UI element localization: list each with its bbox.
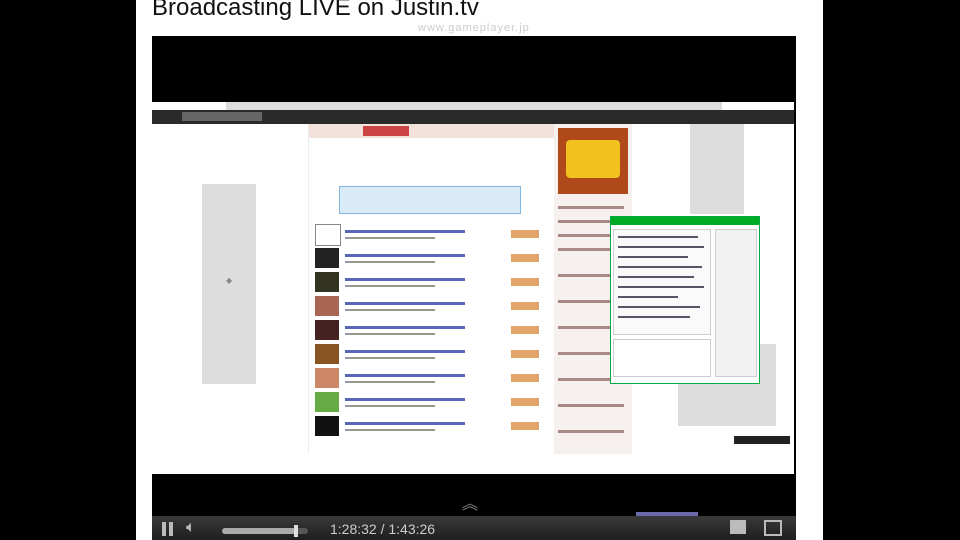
volume-icon[interactable]: 🔈︎ <box>186 519 196 537</box>
captured-right-ad <box>690 124 744 214</box>
page-title: Broadcasting LIVE on Justin.tv <box>152 0 479 21</box>
up-arrow-icon[interactable]: ︽ <box>462 490 478 514</box>
player-control-bar: 🔈︎ 1:28:32 / 1:43:26 <box>152 516 796 540</box>
progress-knob[interactable] <box>293 525 298 537</box>
captured-banner <box>339 186 521 214</box>
progress-fill <box>222 528 296 534</box>
stream-screen-capture: ◆ <box>152 102 794 474</box>
captured-browser-toolbar <box>152 110 794 124</box>
captured-chat-window <box>610 216 760 384</box>
progress-bar[interactable] <box>222 525 308 537</box>
video-watermark: www.gameplayer.jp <box>418 22 530 34</box>
popout-icon[interactable] <box>730 520 746 534</box>
captured-web-content <box>308 124 556 454</box>
fullscreen-icon[interactable] <box>764 520 782 536</box>
justin-tv-page: Broadcasting LIVE on Justin.tv www.gamep… <box>136 0 823 540</box>
captured-left-ad: ◆ <box>202 184 256 384</box>
pause-icon[interactable] <box>162 522 174 536</box>
video-player[interactable]: ◆ ︽ 🔈︎ 1:28:32 / 1:43:26 <box>152 36 796 540</box>
time-display: 1:28:32 / 1:43:26 <box>330 521 436 537</box>
